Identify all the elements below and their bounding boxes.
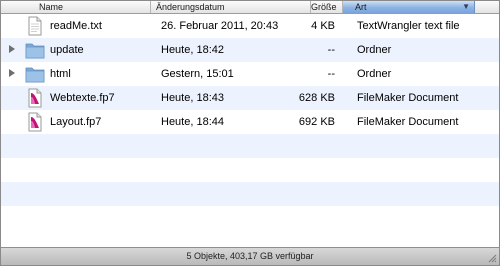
file-kind: FileMaker Document [357,92,459,104]
finder-list-view: Name Änderungsdatum Größe Art ▼ readMe.t… [0,0,500,266]
file-name: html [50,68,71,80]
disclosure-triangle-icon[interactable] [9,69,15,77]
file-size: 4 KB [311,20,335,32]
file-kind: Ordner [357,44,392,56]
file-row[interactable]: Layout.fp7 Heute, 18:44 692 KB FileMaker… [1,110,499,134]
file-row[interactable]: html Gestern, 15:01 -- Ordner [1,62,499,86]
empty-row [1,182,499,206]
empty-row [1,158,499,182]
file-date-modified: Gestern, 15:01 [161,68,234,80]
column-header-bar: Name Änderungsdatum Größe Art ▼ [1,1,499,14]
column-header-kind-label: Art [355,2,367,12]
file-row[interactable]: update Heute, 18:42 -- Ordner [1,38,499,62]
empty-row [1,206,499,230]
resize-grip-icon[interactable] [487,253,497,263]
folder-icon [25,43,45,59]
file-size: 628 KB [298,92,335,104]
file-kind: Ordner [357,68,392,80]
file-date-modified: Heute, 18:43 [161,92,224,104]
filemaker-document-icon [28,112,42,132]
file-row[interactable]: readMe.txt 26. Februar 2011, 20:43 4 KB … [1,14,499,38]
disclosure-triangle-icon[interactable] [9,45,15,53]
status-bar: 5 Objekte, 403,17 GB verfügbar [1,247,499,265]
file-date-modified: 26. Februar 2011, 20:43 [161,20,279,32]
file-kind: TextWrangler text file [357,20,460,32]
status-text: 5 Objekte, 403,17 GB verfügbar [186,251,314,261]
folder-icon [25,67,45,83]
column-header-spacer [475,1,499,13]
file-size: -- [327,68,335,80]
file-list: readMe.txt 26. Februar 2011, 20:43 4 KB … [1,14,499,230]
column-header-size[interactable]: Größe [311,1,343,13]
file-name: Webtexte.fp7 [50,92,115,104]
column-header-date-modified[interactable]: Änderungsdatum [151,1,311,13]
file-name: Layout.fp7 [50,116,102,128]
file-name: readMe.txt [50,20,102,32]
file-name: update [50,44,84,56]
empty-row [1,134,499,158]
file-date-modified: Heute, 18:44 [161,116,224,128]
column-header-name[interactable]: Name [1,1,151,13]
filemaker-document-icon [28,88,42,108]
file-kind: FileMaker Document [357,116,459,128]
file-size: 692 KB [298,116,335,128]
sort-descending-icon: ▼ [462,2,470,11]
file-size: -- [327,44,335,56]
column-header-kind[interactable]: Art ▼ [343,1,475,13]
file-date-modified: Heute, 18:42 [161,44,224,56]
file-row[interactable]: Webtexte.fp7 Heute, 18:43 628 KB FileMak… [1,86,499,110]
text-document-icon [28,16,42,36]
